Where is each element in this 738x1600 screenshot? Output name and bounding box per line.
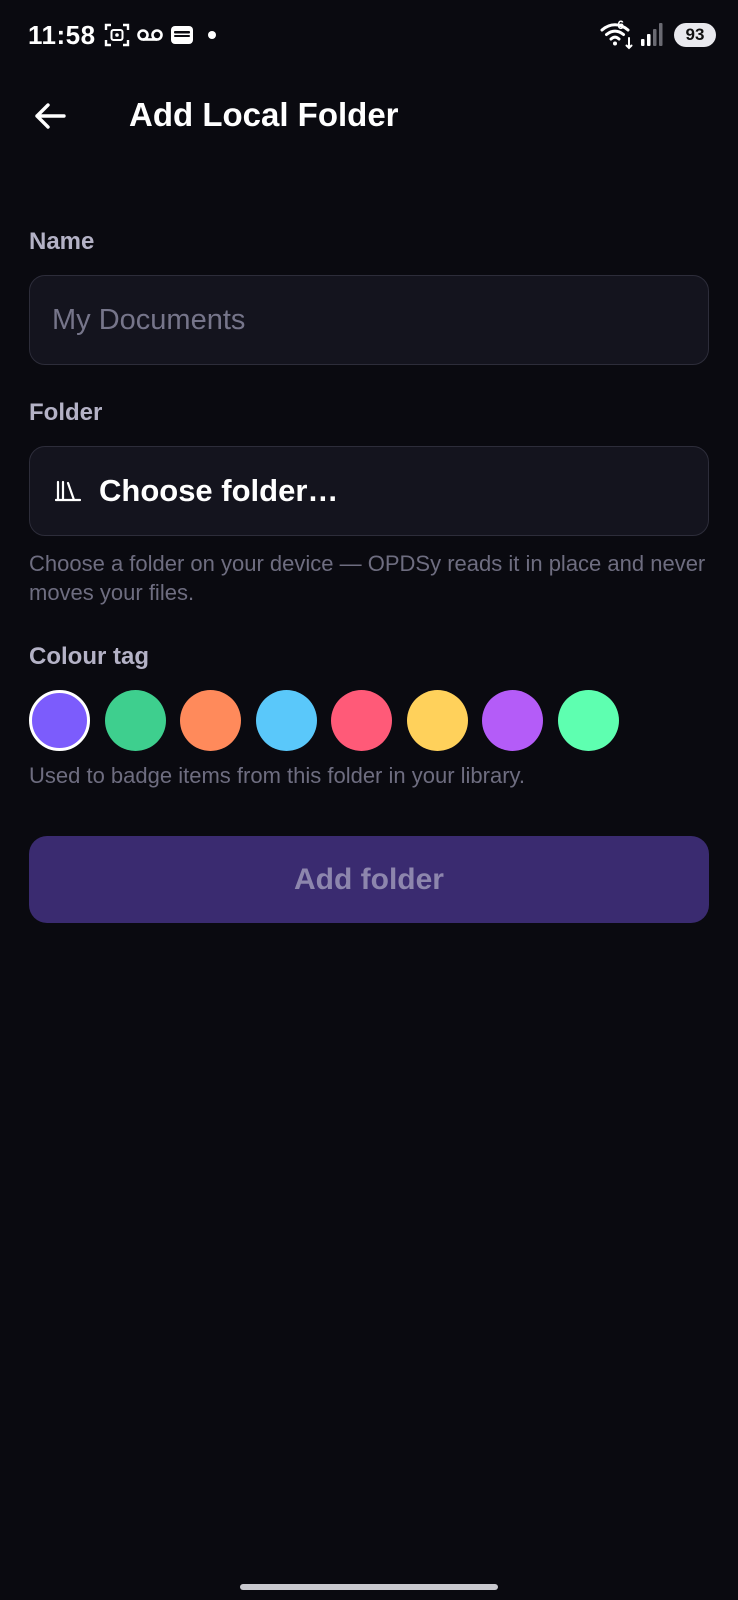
colour-swatch-5[interactable] <box>331 690 392 751</box>
add-local-folder-screen: 11:58 6 93 Add Local Folder Name My Docu… <box>0 0 738 1600</box>
wallet-icon <box>171 26 193 44</box>
wifi-badge: 6 <box>617 18 624 32</box>
signal-icon <box>641 23 663 46</box>
folder-helper-text: Choose a folder on your device — OPDSy r… <box>29 551 706 605</box>
colour-swatches <box>29 690 709 752</box>
battery-icon: 93 <box>674 23 716 47</box>
status-bar: 11:58 6 93 <box>0 0 738 70</box>
colour-helper-text: Used to badge items from this folder in … <box>29 763 526 788</box>
voicemail-icon <box>137 29 163 41</box>
add-folder-button[interactable]: Add folder <box>29 836 709 923</box>
name-label: Name <box>29 228 95 255</box>
colour-swatch-7[interactable] <box>482 690 543 751</box>
colour-swatch-1[interactable] <box>29 690 90 751</box>
back-button[interactable] <box>24 90 76 142</box>
colour-swatch-4[interactable] <box>255 690 317 751</box>
colour-swatch-2[interactable] <box>104 690 166 751</box>
home-indicator[interactable] <box>240 1584 498 1590</box>
screenshot-icon <box>104 23 130 47</box>
page-title: Add Local Folder <box>129 96 399 133</box>
choose-folder-button[interactable]: Choose folder… <box>29 446 709 536</box>
status-time: 11:58 <box>28 20 96 50</box>
choose-folder-label: Choose folder… <box>99 473 339 508</box>
colour-tag-label: Colour tag <box>29 643 149 670</box>
arrow-left-icon <box>35 103 66 129</box>
notification-dot <box>208 31 216 39</box>
folder-library-icon <box>55 478 81 504</box>
name-input[interactable] <box>29 275 709 365</box>
folder-label: Folder <box>29 399 103 426</box>
colour-swatch-8[interactable] <box>557 690 619 751</box>
colour-swatch-3[interactable] <box>180 690 241 751</box>
colour-swatch-6[interactable] <box>406 690 468 751</box>
